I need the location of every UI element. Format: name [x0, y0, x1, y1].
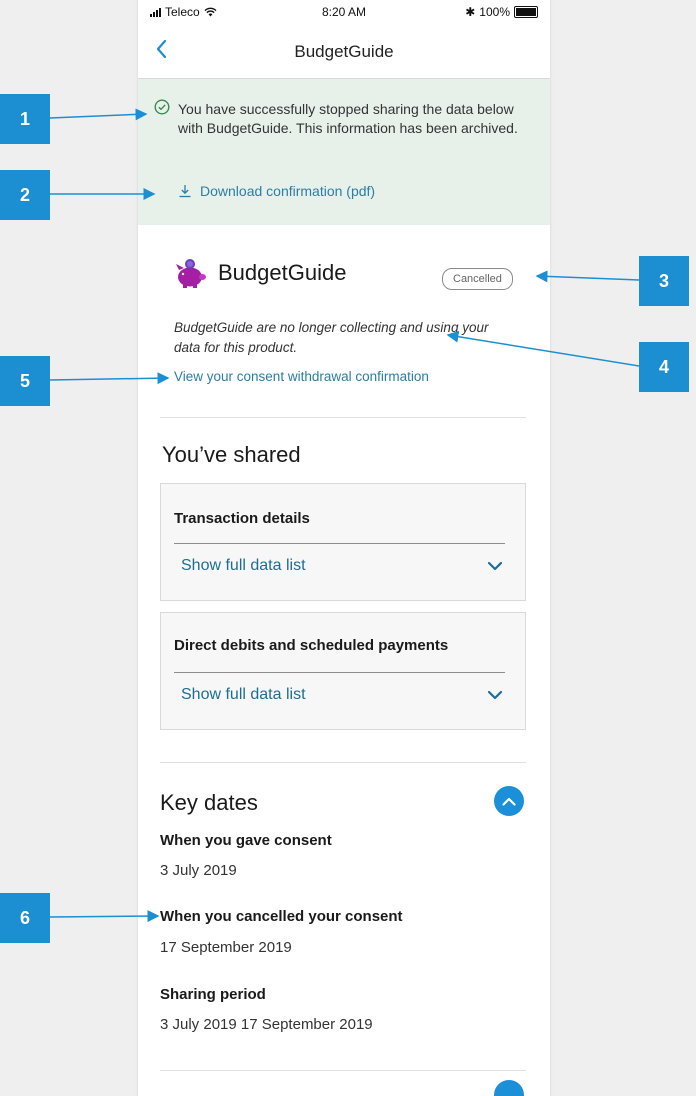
annotation-arrow-5	[49, 372, 170, 385]
annotation-arrow-3	[535, 270, 640, 283]
annotation-arrows	[49, 108, 640, 923]
annotation-arrow-1	[49, 108, 148, 121]
annotation-arrow-6	[49, 910, 160, 923]
annotation-arrow-4	[446, 330, 640, 367]
